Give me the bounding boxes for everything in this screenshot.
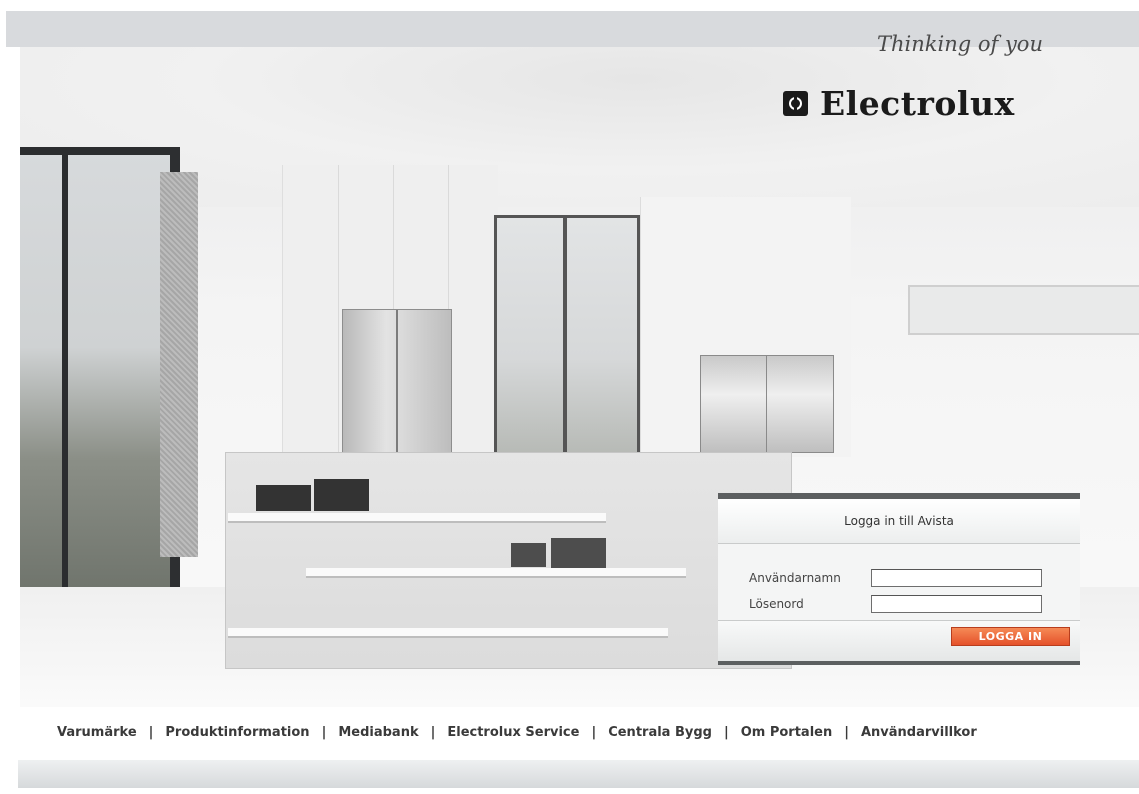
kitchen-middle-window bbox=[494, 215, 640, 456]
nav-separator: | bbox=[148, 725, 154, 740]
nav-link-produktinformation[interactable]: Produktinformation bbox=[165, 725, 309, 740]
concrete-pillar bbox=[160, 172, 198, 557]
nav-link-centrala-bygg[interactable]: Centrala Bygg bbox=[608, 725, 712, 740]
login-footer: LOGGA IN bbox=[718, 620, 1080, 661]
nav-separator: | bbox=[591, 725, 597, 740]
nav-link-om-portalen[interactable]: Om Portalen bbox=[741, 725, 833, 740]
kitchen-island bbox=[225, 452, 792, 669]
kitchen-left-window bbox=[20, 147, 180, 592]
brand-name: Electrolux bbox=[820, 84, 1015, 123]
password-input[interactable] bbox=[871, 595, 1042, 613]
kitchen-fridge bbox=[342, 309, 452, 453]
nav-link-anvandarvillkor[interactable]: Användarvillkor bbox=[861, 725, 977, 740]
nav-link-mediabank[interactable]: Mediabank bbox=[338, 725, 418, 740]
kitchen-oven bbox=[700, 355, 768, 453]
nav-separator: | bbox=[723, 725, 729, 740]
electrolux-logo-icon bbox=[783, 91, 808, 116]
footer-nav: Varumärke | Produktinformation | Mediaba… bbox=[57, 725, 977, 740]
login-title: Logga in till Avista bbox=[718, 499, 1080, 544]
password-label: Lösenord bbox=[749, 597, 804, 611]
electrolux-logo: Electrolux bbox=[783, 84, 1015, 123]
nav-link-varumarke[interactable]: Varumärke bbox=[57, 725, 137, 740]
nav-separator: | bbox=[321, 725, 327, 740]
nav-link-electrolux-service[interactable]: Electrolux Service bbox=[447, 725, 579, 740]
nav-separator: | bbox=[844, 725, 849, 740]
login-panel: Logga in till Avista Användarnamn Löseno… bbox=[718, 493, 1080, 665]
brand-tagline: Thinking of you bbox=[877, 32, 1043, 56]
kitchen-oven bbox=[766, 355, 834, 453]
kitchen-right-window bbox=[908, 285, 1139, 335]
bottom-bar bbox=[18, 760, 1139, 788]
username-input[interactable] bbox=[871, 569, 1042, 587]
login-button[interactable]: LOGGA IN bbox=[951, 627, 1070, 646]
nav-separator: | bbox=[430, 725, 436, 740]
username-label: Användarnamn bbox=[749, 571, 841, 585]
